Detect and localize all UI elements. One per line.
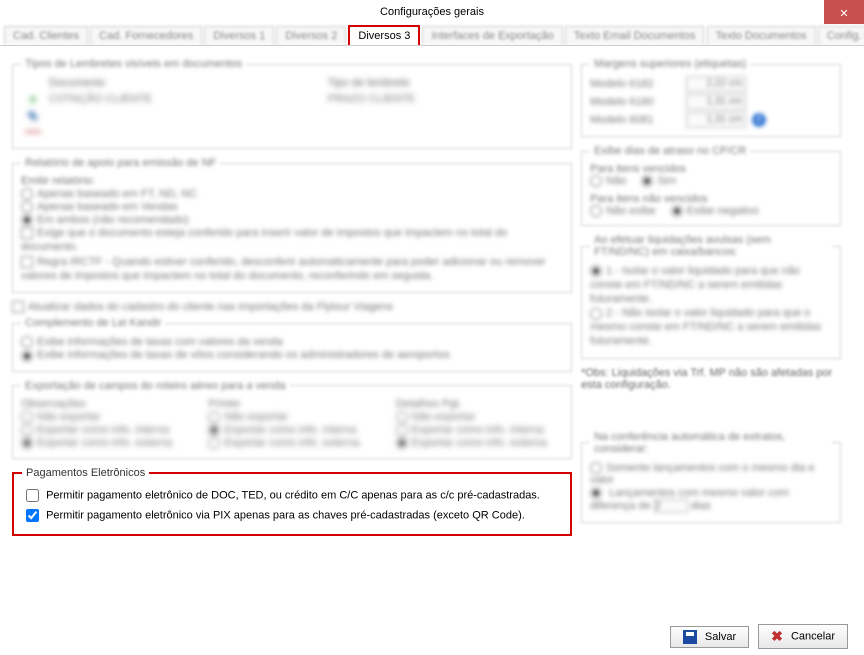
group-conferencia-legend: Na conferência automática de extratos, c… <box>590 431 832 455</box>
group-export-roteiro-legend: Exportação de campos do roteiro aéreo pa… <box>21 380 290 392</box>
group-lembretes: Tipos de Lembretes visíveis em documento… <box>12 58 572 149</box>
opt-ft[interactable]: Apenas baseado em FT, ND, NC <box>21 188 563 200</box>
window-titlebar: Configurações gerais ✕ <box>0 0 864 24</box>
cancel-icon: ✖ <box>771 628 783 645</box>
margem-6182-label: Modelo 6182 <box>590 78 680 90</box>
group-relatorio-nf-legend: Relatório de apoio para emissão de NF <box>21 157 220 169</box>
group-liquidacoes-legend: Ao efetuar liquidações avulsas (sem FT/N… <box>590 234 832 258</box>
opt-kandir-valores[interactable]: Exibe informações de taxas com valores d… <box>21 336 563 348</box>
tab-cad-fornecedores[interactable]: Cad. Fornecedores <box>90 26 202 45</box>
footer-buttons: Salvar ✖ Cancelar <box>664 624 848 649</box>
margem-6081-label: Modelo 6081 <box>590 114 680 126</box>
nao-vencidos-label: Para itens não vencidos <box>590 193 832 205</box>
save-icon <box>683 630 697 644</box>
vencidos-nao[interactable]: Não <box>590 175 626 187</box>
opt-vendas[interactable]: Apenas baseado em Vendas <box>21 201 563 213</box>
tab-diversos-3[interactable]: Diversos 3 <box>348 25 420 46</box>
tab-strip: Cad. Clientes Cad. Fornecedores Diversos… <box>0 24 864 46</box>
group-liquidacoes: Ao efetuar liquidações avulsas (sem FT/N… <box>581 234 841 359</box>
vencidos-sim[interactable]: Sim <box>641 175 676 187</box>
opt-kandir-aeroportos[interactable]: Exibe informações de taxas de vôos consi… <box>21 349 563 361</box>
group-lei-kandir-legend: Complemento de Lei Kandir <box>21 317 165 329</box>
vencidos-label: Para itens vencidos <box>590 163 832 175</box>
edit-icon[interactable]: ✎ <box>28 109 39 124</box>
lembrete-tipo: PRAZO CLIENTE <box>324 90 563 108</box>
margem-6180-val[interactable]: 1,31 cm <box>686 94 746 110</box>
nao-vencidos-neg[interactable]: Exibe negativo <box>671 205 759 217</box>
group-margens-legend: Margens superiores (etiquetas) <box>590 58 750 70</box>
save-button[interactable]: Salvar <box>670 626 749 648</box>
tab-texto-email-documentos[interactable]: Texto Email Documentos <box>565 26 705 45</box>
conf-opt-2[interactable]: Lançamentos com mesmo valor com diferenç… <box>590 487 832 513</box>
liq-opt-1[interactable]: 1 - Isolar o valor liquidado para que nã… <box>590 265 832 306</box>
cancel-button[interactable]: ✖ Cancelar <box>758 624 848 649</box>
chk-atualizar-flytour[interactable]: Atualizar dados do cadastro do cliente n… <box>12 301 572 313</box>
obs-label: Observações <box>21 398 188 410</box>
lembrete-row[interactable]: + COTAÇÃO CLIENTE PRAZO CLIENTE <box>21 90 563 108</box>
add-icon[interactable]: + <box>29 91 37 107</box>
margem-6081-val[interactable]: 1,31 cm <box>686 112 746 128</box>
group-conferencia: Na conferência automática de extratos, c… <box>581 431 841 523</box>
group-dias-atraso: Exibe dias de atraso no CP/CR Para itens… <box>581 145 841 226</box>
tab-config-vendas[interactable]: Config. de Vendas <box>818 26 864 45</box>
det-externa[interactable]: Exportar como info. externa <box>396 437 563 449</box>
close-button[interactable]: ✕ <box>824 0 864 24</box>
group-relatorio-nf: Relatório de apoio para emissão de NF Em… <box>12 157 572 293</box>
printer-nao-exportar[interactable]: Não exportar <box>208 411 375 423</box>
liq-note: *Obs: Liquidações via Trf. MP não são af… <box>581 367 841 391</box>
window-title: Configurações gerais <box>380 0 484 24</box>
col-tipo-lembrete: Tipo de lembrete <box>324 76 563 90</box>
group-export-roteiro: Exportação de campos do roteiro aéreo pa… <box>12 380 572 459</box>
chk-pagamento-pix-box[interactable] <box>26 509 39 522</box>
conf-opt-1[interactable]: Somente lançamentos com o mesmo dia e va… <box>590 462 832 486</box>
group-pagamentos-legend: Pagamentos Eletrônicos <box>22 467 149 479</box>
group-lei-kandir: Complemento de Lei Kandir Exibe informaç… <box>12 317 572 371</box>
obs-interna[interactable]: Exportar como info. interna <box>21 424 188 436</box>
obs-externa[interactable]: Exportar como info. externa <box>21 437 188 449</box>
liq-opt-2[interactable]: 2 - Não isolar o valor liquidado para qu… <box>590 307 832 348</box>
tab-texto-documentos[interactable]: Texto Documentos <box>707 26 816 45</box>
close-icon: ✕ <box>839 8 848 20</box>
tab-interfaces-exportacao[interactable]: Interfaces de Exportação <box>422 26 562 45</box>
printer-externa[interactable]: Exportar como info. externa <box>208 437 375 449</box>
group-dias-atraso-legend: Exibe dias de atraso no CP/CR <box>590 145 750 157</box>
nao-vencidos-nao[interactable]: Não exibe <box>590 205 656 217</box>
tab-content: Tipos de Lembretes visíveis em documento… <box>0 46 864 606</box>
chk-regra-irctf[interactable]: Regra IRCTF - Quando estiver conferido, … <box>21 256 563 284</box>
chk-exige-conferido[interactable]: Exige que o documento esteja conferido p… <box>21 227 563 255</box>
chk-pagamento-doc-ted-box[interactable] <box>26 489 39 502</box>
group-lembretes-legend: Tipos de Lembretes visíveis em documento… <box>21 58 246 70</box>
col-documento: Documento <box>45 76 324 90</box>
chk-pagamento-pix[interactable]: Permitir pagamento eletrônico via PIX ap… <box>22 506 562 525</box>
tab-diversos-2[interactable]: Diversos 2 <box>276 26 346 45</box>
margem-6180-label: Modelo 6180 <box>590 96 680 108</box>
det-label: Detalhes Pgt. <box>396 398 563 410</box>
info-icon[interactable]: i <box>752 113 766 127</box>
det-interna[interactable]: Exportar como info. interna <box>396 424 563 436</box>
printer-interna[interactable]: Exportar como info. interna <box>208 424 375 436</box>
group-pagamentos-eletronicos: Pagamentos Eletrônicos Permitir pagament… <box>12 467 572 536</box>
conf-dias-input[interactable]: 2 <box>654 499 688 513</box>
tab-diversos-1[interactable]: Diversos 1 <box>204 26 274 45</box>
margem-6182-val[interactable]: 2,22 cm <box>686 76 746 92</box>
remove-icon[interactable]: — <box>25 123 41 140</box>
lembrete-doc: COTAÇÃO CLIENTE <box>45 90 324 108</box>
opt-ambos[interactable]: Em ambos (não recomendado) <box>21 214 563 226</box>
emitir-relatorio-label: Emitir relatório: <box>21 175 563 187</box>
det-nao-exportar[interactable]: Não exportar <box>396 411 563 423</box>
obs-nao-exportar[interactable]: Não exportar <box>21 411 188 423</box>
printer-label: Printer <box>208 398 375 410</box>
chk-pagamento-doc-ted[interactable]: Permitir pagamento eletrônico de DOC, TE… <box>22 486 562 505</box>
group-margens: Margens superiores (etiquetas) Modelo 61… <box>581 58 841 137</box>
tab-cad-clientes[interactable]: Cad. Clientes <box>4 26 88 45</box>
